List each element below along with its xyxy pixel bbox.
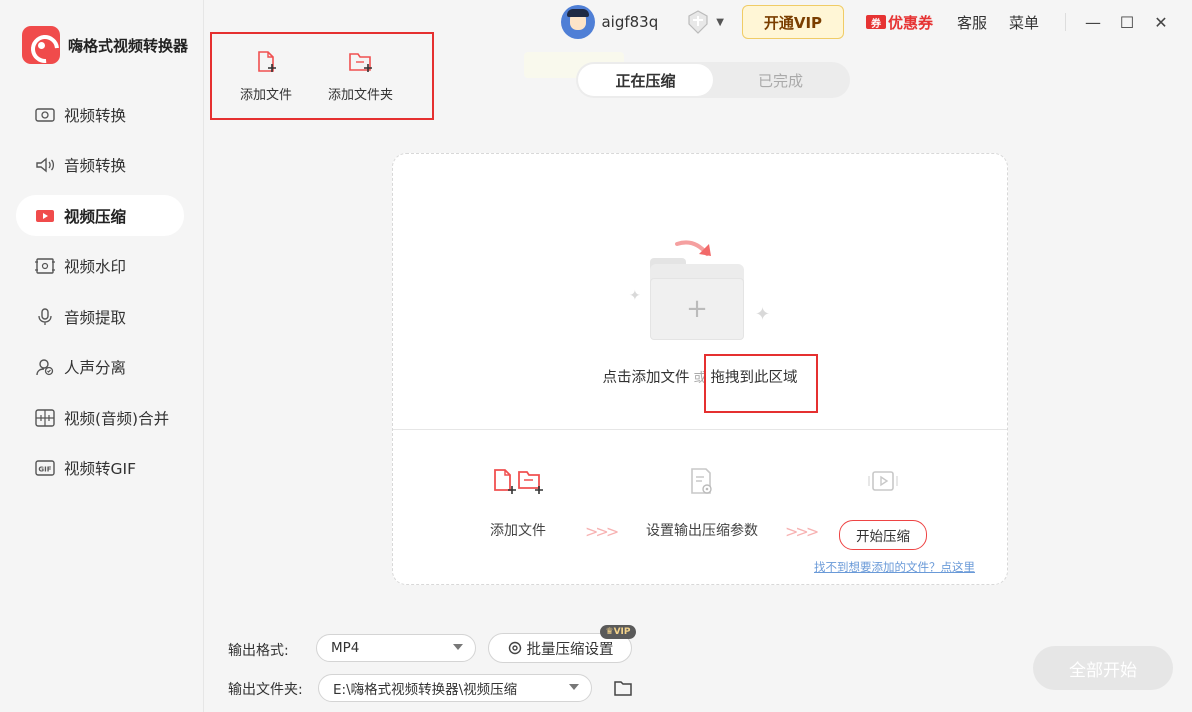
sidebar-nav: 视频转换 音频转换 视频压缩 视频水印 音频提取 人声分离 视频(音频)合并 G… [16, 94, 184, 498]
chevron-down-icon [453, 644, 463, 650]
output-format-select[interactable]: MP4 [316, 634, 476, 662]
sidebar-item-label: 视频转GIF [64, 460, 136, 478]
add-folder-icon [517, 468, 545, 500]
gear-icon [507, 640, 523, 656]
avatar[interactable] [561, 5, 596, 39]
add-folder-label: 添加文件夹 [328, 87, 394, 103]
sparkle-icon: ✦ [755, 304, 771, 325]
sidebar-item-video-watermark[interactable]: 视频水印 [16, 246, 184, 287]
title-bar: aigf83q ▼ 开通VIP 券 优惠券 客服 菜单 — ☐ ✕ [561, 4, 1178, 40]
sidebar: 嗨格式视频转换器 视频转换 音频转换 视频压缩 视频水印 音频提取 人声分离 视… [0, 0, 204, 712]
tab-completed[interactable]: 已完成 [713, 64, 848, 96]
settings-document-icon [689, 467, 715, 501]
audio-extract-icon [34, 307, 56, 327]
sidebar-item-label: 视频压缩 [64, 207, 127, 226]
output-format-value: MP4 [331, 640, 360, 656]
output-format-label: 输出格式: [228, 643, 289, 659]
menu-button[interactable]: 菜单 [1009, 12, 1039, 33]
output-folder-select[interactable]: E:\嗨格式视频转换器\视频压缩 [318, 674, 592, 702]
gif-icon: GIF [34, 458, 56, 478]
sidebar-item-vocal-separate[interactable]: 人声分离 [16, 347, 184, 388]
coupon-button[interactable]: 券 优惠券 [865, 12, 933, 33]
sidebar-item-label: 视频(音频)合并 [64, 409, 170, 428]
sidebar-item-audio-convert[interactable]: 音频转换 [16, 145, 184, 186]
title-bar-divider [1065, 13, 1066, 31]
video-compress-icon [34, 206, 56, 226]
add-file-label: 添加文件 [240, 87, 293, 103]
step-set-params-label: 设置输出压缩参数 [646, 523, 758, 539]
drop-instructions: 点击添加文件或拖拽到此区域 [393, 366, 1007, 387]
app-logo: 嗨格式视频转换器 [22, 26, 188, 64]
open-folder-icon[interactable] [612, 678, 634, 698]
add-toolbar: 添加文件 添加文件夹 [210, 32, 434, 120]
sidebar-item-video-convert[interactable]: 视频转换 [16, 94, 184, 135]
video-convert-icon [34, 105, 56, 125]
add-file-icon [254, 50, 278, 78]
vocal-separate-icon [34, 357, 56, 377]
sidebar-item-label: 音频转换 [64, 157, 127, 175]
app-title: 嗨格式视频转换器 [68, 36, 189, 55]
sidebar-item-label: 视频转换 [64, 106, 127, 125]
open-vip-button[interactable]: 开通VIP [741, 5, 844, 39]
batch-compress-label: 批量压缩设置 [526, 641, 614, 658]
sidebar-item-video-compress[interactable]: 视频压缩 [16, 195, 184, 236]
merge-icon [34, 408, 56, 428]
svg-text:GIF: GIF [38, 466, 51, 474]
close-icon[interactable]: ✕ [1144, 7, 1178, 37]
drop-zone[interactable]: ✦ ✦ + 点击添加文件或拖拽到此区域 添加文件 >>> 设置输出压缩参数 >>… [392, 153, 1008, 585]
start-compress-button[interactable]: 开始压缩 [839, 520, 927, 550]
tab-compressing[interactable]: 正在压缩 [578, 64, 713, 96]
step-add-file: 添加文件 [483, 466, 553, 540]
coupon-icon: 券 [865, 15, 886, 30]
click-to-add-text[interactable]: 点击添加文件 [602, 370, 689, 386]
maximize-icon[interactable]: ☐ [1110, 7, 1144, 37]
vip-badge-label: VIP [613, 627, 631, 637]
step-arrow-icon: >>> [585, 522, 619, 541]
arrow-curve-icon [675, 240, 711, 256]
add-file-icon [491, 468, 517, 500]
chevron-down-icon[interactable]: ▼ [716, 17, 724, 28]
sidebar-item-label: 视频水印 [64, 258, 127, 276]
sidebar-item-audio-extract[interactable]: 音频提取 [16, 296, 184, 337]
sidebar-item-label: 人声分离 [64, 359, 127, 377]
coupon-label: 优惠券 [887, 13, 933, 32]
customer-service-button[interactable]: 客服 [957, 12, 987, 33]
sidebar-item-merge[interactable]: 视频(音频)合并 [16, 397, 184, 438]
help-link[interactable]: 找不到想要添加的文件？点这里 [814, 559, 975, 575]
steps-guide: 添加文件 >>> 设置输出压缩参数 >>> 开始压缩 [393, 466, 1007, 556]
dropzone-divider [393, 429, 1007, 430]
sidebar-item-label: 音频提取 [64, 308, 127, 327]
video-watermark-icon [34, 256, 56, 276]
video-play-icon [867, 468, 899, 500]
minimize-icon[interactable]: — [1076, 7, 1110, 37]
audio-convert-icon [34, 155, 56, 175]
drag-area-highlight-box [704, 354, 818, 413]
chevron-down-icon [569, 684, 579, 690]
status-tabs: 正在压缩 已完成 [576, 62, 850, 98]
username[interactable]: aigf83q [601, 13, 658, 31]
crown-icon: ♛ [605, 627, 614, 637]
add-folder-button[interactable]: 添加文件夹 [328, 50, 393, 103]
output-folder-value: E:\嗨格式视频转换器\视频压缩 [333, 682, 518, 698]
output-folder-label: 输出文件夹: [228, 682, 303, 698]
sparkle-icon: ✦ [629, 288, 641, 304]
step-set-params: 设置输出压缩参数 [641, 466, 763, 540]
app-logo-icon [22, 26, 60, 64]
step-arrow-icon: >>> [785, 522, 819, 541]
add-file-button[interactable]: 添加文件 [240, 50, 292, 103]
member-badge-icon[interactable] [684, 8, 712, 36]
add-folder-icon [348, 50, 374, 78]
sidebar-item-gif[interactable]: GIF 视频转GIF [16, 448, 184, 489]
start-all-button[interactable]: 全部开始 [1033, 646, 1173, 690]
vip-badge: ♛ VIP [600, 625, 636, 639]
step-add-file-label: 添加文件 [490, 523, 546, 539]
step-start: 开始压缩 [833, 466, 933, 550]
